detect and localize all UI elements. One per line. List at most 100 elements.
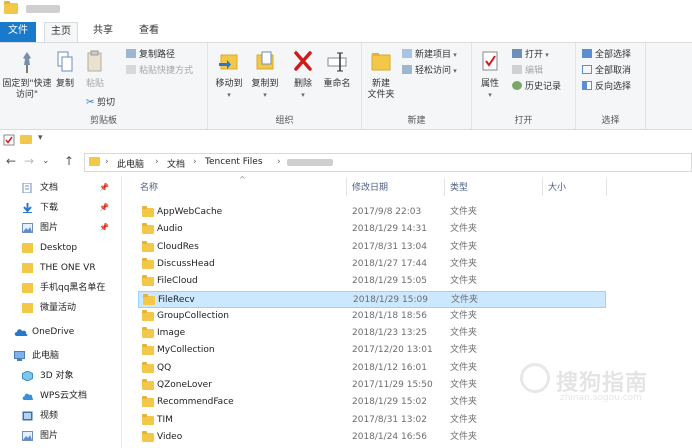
paste-shortcut-button[interactable]: 粘贴快捷方式 bbox=[126, 65, 193, 77]
table-row[interactable]: FileRecv 2018/1/29 15:09 文件夹 bbox=[138, 290, 606, 308]
nav-item-pictures-pc[interactable]: 图片 bbox=[0, 426, 118, 446]
back-icon[interactable]: ← bbox=[6, 154, 16, 168]
nav-item-videos[interactable]: 视频 bbox=[0, 406, 118, 426]
table-row[interactable]: CloudRes 2017/8/31 13:04 文件夹 bbox=[138, 239, 606, 256]
file-name: RecommendFace bbox=[157, 397, 234, 408]
table-row[interactable]: Audio 2018/1/29 14:31 文件夹 bbox=[138, 221, 606, 238]
open-group-label: 打开 bbox=[514, 116, 533, 126]
pinned-icon[interactable]: 📌 bbox=[99, 218, 109, 238]
nav-item-the-one-vr[interactable]: THE ONE VR bbox=[0, 258, 118, 278]
nav-item-downloads[interactable]: 下载 📌 bbox=[0, 198, 118, 218]
breadcrumb-documents[interactable]: 文档 bbox=[167, 157, 185, 170]
recent-locations-icon[interactable]: ⌄ bbox=[42, 156, 50, 166]
tab-home[interactable]: 主页 bbox=[44, 22, 78, 42]
table-row[interactable]: GroupCollection 2018/1/18 18:56 文件夹 bbox=[138, 308, 606, 325]
new-item-label: 新建项目 bbox=[415, 50, 452, 60]
pane-divider[interactable] bbox=[121, 176, 122, 448]
rename-button[interactable]: 重命名 bbox=[320, 49, 354, 90]
column-header-date[interactable]: 修改日期 bbox=[352, 180, 388, 193]
nav-item-documents[interactable]: 文档 📌 bbox=[0, 178, 118, 198]
tab-share[interactable]: 共享 bbox=[86, 22, 120, 42]
table-row[interactable]: DiscussHead 2018/1/27 17:44 文件夹 bbox=[138, 256, 606, 273]
column-resize-handle[interactable] bbox=[444, 178, 445, 196]
pinned-icon[interactable]: 📌 bbox=[99, 198, 109, 218]
open-button[interactable]: 打开 ▾ bbox=[512, 49, 549, 61]
column-resize-handle[interactable] bbox=[346, 178, 347, 196]
file-name: Image bbox=[157, 328, 186, 339]
easy-access-button[interactable]: 轻松访问 ▾ bbox=[402, 65, 457, 77]
properties-button[interactable]: 属性 ▾ bbox=[476, 49, 504, 101]
wps-cloud-icon bbox=[22, 393, 33, 400]
tab-file[interactable]: 文件 bbox=[0, 22, 36, 42]
pin-quick-access-label: 固定到"快速访问" bbox=[2, 79, 52, 100]
invert-selection-button[interactable]: 反向选择 bbox=[582, 81, 631, 93]
folder-icon bbox=[142, 344, 154, 356]
download-icon bbox=[23, 203, 32, 213]
pinned-icon[interactable]: 📌 bbox=[99, 178, 109, 198]
nav-item-label: 图片 bbox=[40, 223, 59, 233]
table-row[interactable]: Video 2018/1/24 16:56 文件夹 bbox=[138, 429, 606, 446]
table-row[interactable]: TIM 2017/8/31 13:02 文件夹 bbox=[138, 412, 606, 429]
organize-group: 移动到 ▾ 复制到 ▾ 删除 ▾ 重命名 组织 bbox=[208, 43, 362, 129]
nav-item-this-pc[interactable]: 此电脑 bbox=[0, 346, 118, 366]
cube-icon bbox=[22, 371, 33, 381]
breadcrumb-tencent-files[interactable]: Tencent Files bbox=[205, 157, 263, 167]
select-none-button[interactable]: 全部取消 bbox=[582, 65, 631, 77]
nav-item-onedrive[interactable]: OneDrive bbox=[0, 322, 118, 342]
watermark-logo-icon bbox=[520, 363, 550, 393]
file-type: 文件夹 bbox=[450, 431, 478, 442]
cut-button[interactable]: ✂ 剪切 bbox=[86, 97, 115, 109]
edit-button[interactable]: 编辑 bbox=[512, 65, 543, 77]
table-row[interactable]: FileCloud 2018/1/29 15:05 文件夹 bbox=[138, 273, 606, 290]
table-row[interactable]: Image 2018/1/23 13:25 文件夹 bbox=[138, 325, 606, 342]
select-all-button[interactable]: 全部选择 bbox=[582, 49, 631, 61]
table-row[interactable]: MyCollection 2017/12/20 13:01 文件夹 bbox=[138, 342, 606, 359]
new-folder-quick-icon[interactable] bbox=[20, 135, 32, 144]
column-resize-handle[interactable] bbox=[606, 178, 607, 196]
column-header-type[interactable]: 类型 bbox=[450, 180, 468, 193]
move-to-button[interactable]: 移动到 ▾ bbox=[212, 49, 246, 101]
copy-path-button[interactable]: 复制路径 bbox=[126, 49, 175, 61]
scissors-icon: ✂ bbox=[86, 97, 95, 108]
file-name: FileRecv bbox=[158, 294, 195, 305]
file-name: CloudRes bbox=[157, 241, 199, 252]
nav-item-qq-blacklist[interactable]: 手机qq黑名单在 bbox=[0, 278, 118, 298]
rename-icon bbox=[327, 52, 347, 72]
nav-item-weiliang-activity[interactable]: 微量活动 bbox=[0, 298, 118, 318]
select-group: 全部选择 全部取消 反向选择 选择 bbox=[576, 43, 646, 129]
pin-icon bbox=[23, 52, 31, 73]
forward-icon[interactable]: → bbox=[24, 154, 34, 168]
column-header-name[interactable]: 名称 bbox=[140, 180, 158, 193]
breadcrumb-this-pc[interactable]: 此电脑 bbox=[117, 157, 144, 170]
customize-toolbar-icon[interactable]: ▾ bbox=[38, 133, 43, 143]
nav-item-pictures[interactable]: 图片 📌 bbox=[0, 218, 118, 238]
copy-button[interactable]: 复制 bbox=[52, 49, 78, 90]
nav-item-desktop[interactable]: Desktop bbox=[0, 238, 118, 258]
copy-to-button[interactable]: 复制到 ▾ bbox=[248, 49, 282, 101]
paste-icon bbox=[87, 50, 102, 72]
delete-button[interactable]: 删除 ▾ bbox=[290, 49, 316, 101]
nav-item-label: 文档 bbox=[40, 183, 59, 193]
select-none-label: 全部取消 bbox=[595, 66, 632, 76]
new-folder-button[interactable]: 新建 文件夹 bbox=[364, 49, 398, 101]
address-bar[interactable]: › 此电脑 › 文档 › Tencent Files › bbox=[84, 153, 692, 172]
file-type: 文件夹 bbox=[450, 258, 478, 269]
watermark-url: zhinan.sogou.com bbox=[560, 393, 642, 403]
table-row[interactable]: AppWebCache 2017/9/8 22:03 文件夹 bbox=[138, 204, 606, 221]
breadcrumb-chevron-icon: › bbox=[155, 157, 159, 167]
file-date: 2018/1/18 18:56 bbox=[352, 310, 427, 321]
paste-button[interactable]: 粘贴 bbox=[82, 49, 108, 90]
properties-check-icon[interactable] bbox=[3, 134, 15, 146]
up-icon[interactable]: ↑ bbox=[64, 154, 74, 168]
nav-item-3d-objects[interactable]: 3D 对象 bbox=[0, 366, 118, 386]
history-button[interactable]: 历史记录 bbox=[512, 81, 561, 93]
nav-item-wps-cloud[interactable]: WPS云文档 bbox=[0, 386, 118, 406]
new-item-button[interactable]: 新建项目 ▾ bbox=[402, 49, 457, 61]
tab-view[interactable]: 查看 bbox=[132, 22, 166, 42]
file-name: FileCloud bbox=[157, 276, 198, 287]
nav-item-label: 图片 bbox=[40, 431, 59, 441]
column-resize-handle[interactable] bbox=[542, 178, 543, 196]
pin-quick-access-button[interactable]: 固定到"快速访问" bbox=[2, 49, 52, 101]
folder-icon bbox=[22, 263, 33, 273]
column-header-size[interactable]: 大小 bbox=[548, 180, 566, 193]
